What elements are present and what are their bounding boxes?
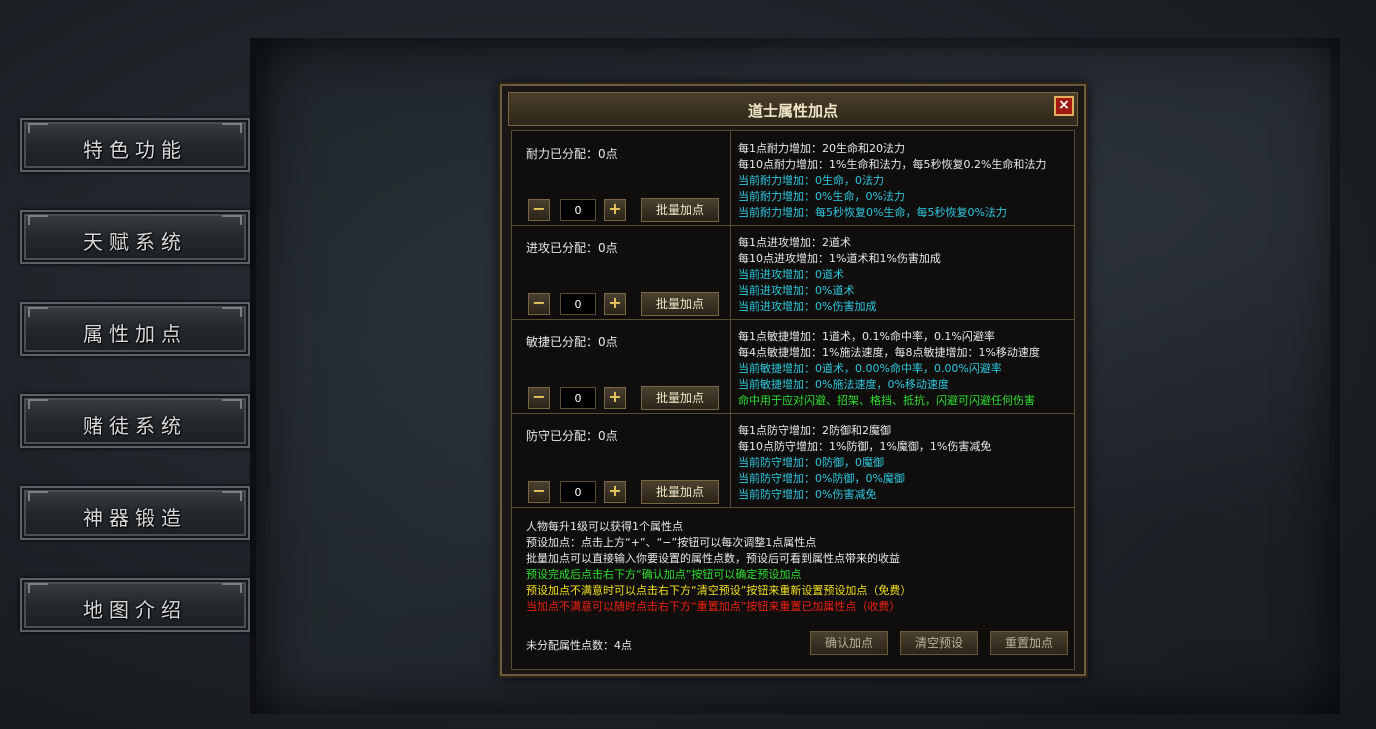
minus-button[interactable]: − xyxy=(528,199,550,221)
note-line: 预设完成后点击右下方“确认加点”按钮可以确定预设加点 xyxy=(526,568,802,581)
attribute-panel: 耐力已分配：0点−+批量加点每1点耐力增加：20生命和20法力每10点耐力增加：… xyxy=(511,130,1075,670)
plus-button[interactable]: + xyxy=(604,293,626,315)
attribute-controls: 耐力已分配：0点 − + 批量加点 xyxy=(512,131,731,225)
corner-ornament-icon xyxy=(222,307,242,317)
points-input[interactable] xyxy=(560,387,596,409)
close-icon[interactable]: × xyxy=(1054,96,1074,116)
allocated-label: 防守已分配：0点 xyxy=(526,429,618,443)
attribute-description: 每1点进攻增加：2道术每10点进攻增加：1%道术和1%伤害加成 当前进攻增加：0道… xyxy=(738,235,1070,315)
attribute-row-defense: 防守已分配：0点−+批量加点每1点防守增加：2防御和2魔御每10点防守增加：1%… xyxy=(512,413,1074,508)
attribute-description: 每1点敏捷增加：1道术，0.1%命中率，0.1%闪避率每4点敏捷增加：1%施法速… xyxy=(738,329,1070,409)
attribute-description: 每1点耐力增加：20生命和20法力每10点耐力增加：1%生命和法力，每5秒恢复0… xyxy=(738,141,1070,221)
plus-button[interactable]: + xyxy=(604,199,626,221)
description-line: 每1点敏捷增加：1道术，0.1%命中率，0.1%闪避率 xyxy=(738,330,995,343)
points-input[interactable] xyxy=(560,293,596,315)
clear-preset-button[interactable]: 清空预设 xyxy=(900,631,978,655)
attribute-controls: 防守已分配：0点 − + 批量加点 xyxy=(512,413,731,507)
nav-item-gambler[interactable]: 赌徒系统 xyxy=(20,394,250,448)
corner-ornament-icon xyxy=(28,123,48,133)
nav-item-label: 赌徒系统 xyxy=(83,414,187,438)
allocated-label: 耐力已分配：0点 xyxy=(526,147,618,161)
nav-item-label: 神器锻造 xyxy=(83,506,187,530)
bulk-add-button[interactable]: 批量加点 xyxy=(641,480,719,504)
attribute-row-stamina: 耐力已分配：0点−+批量加点每1点耐力增加：20生命和20法力每10点耐力增加：… xyxy=(512,131,1074,226)
points-input[interactable] xyxy=(560,481,596,503)
unallocated-points: 未分配属性点数：4点 xyxy=(526,639,632,652)
allocated-label: 敏捷已分配：0点 xyxy=(526,335,618,349)
note-line: 批量加点可以直接输入你要设置的属性点数，预设后可看到属性点带来的收益 xyxy=(526,552,900,565)
attribute-row-agility: 敏捷已分配：0点−+批量加点每1点敏捷增加：1道术，0.1%命中率，0.1%闪避… xyxy=(512,319,1074,414)
dialog-title-bar: 道士属性加点 × xyxy=(508,92,1078,126)
nav-item-label: 特色功能 xyxy=(83,138,187,162)
description-line: 当前防守增加：0%防御，0%魔御 xyxy=(738,472,905,485)
corner-ornament-icon xyxy=(28,215,48,225)
description-line: 当前防守增加：0%伤害减免 xyxy=(738,488,877,501)
dialog-title: 道士属性加点 xyxy=(747,102,838,120)
note-line: 预设加点：点击上方“+”、“−”按钮可以每次调整1点属性点 xyxy=(526,536,817,549)
nav-item-maps[interactable]: 地图介绍 xyxy=(20,578,250,632)
description-line: 当前进攻增加：0道术 xyxy=(738,268,844,281)
note-line: 当加点不满意可以随时点击右下方“重置加点”按钮来重置已加属性点（收费） xyxy=(526,600,901,613)
nav-item-label: 地图介绍 xyxy=(83,598,187,622)
description-line: 当前耐力增加：0生命，0法力 xyxy=(738,174,884,187)
description-line: 当前敏捷增加：0%施法速度，0%移动速度 xyxy=(738,378,949,391)
info-section: 人物每升1级可以获得1个属性点预设加点：点击上方“+”、“−”按钮可以每次调整1… xyxy=(512,511,1074,669)
description-line: 每1点防守增加：2防御和2魔御 xyxy=(738,424,891,437)
attribute-controls: 敏捷已分配：0点 − + 批量加点 xyxy=(512,319,731,413)
nav-item-label: 天赋系统 xyxy=(83,230,187,254)
reset-button[interactable]: 重置加点 xyxy=(990,631,1068,655)
nav-item-artifact[interactable]: 神器锻造 xyxy=(20,486,250,540)
description-line: 每1点进攻增加：2道术 xyxy=(738,236,851,249)
note-line: 预设加点不满意时可以点击右下方“清空预设”按钮来重新设置预设加点（免费） xyxy=(526,584,912,597)
corner-ornament-icon xyxy=(28,307,48,317)
corner-ornament-icon xyxy=(222,399,242,409)
corner-ornament-icon xyxy=(28,399,48,409)
minus-button[interactable]: − xyxy=(528,387,550,409)
attribute-row-attack: 进攻已分配：0点−+批量加点每1点进攻增加：2道术每10点进攻增加：1%道术和1… xyxy=(512,225,1074,320)
nav-item-label: 属性加点 xyxy=(83,322,187,346)
confirm-button[interactable]: 确认加点 xyxy=(810,631,888,655)
attribute-controls: 进攻已分配：0点 − + 批量加点 xyxy=(512,225,731,319)
minus-button[interactable]: − xyxy=(528,293,550,315)
corner-ornament-icon xyxy=(222,215,242,225)
description-line: 当前耐力增加：每5秒恢复0%生命，每5秒恢复0%法力 xyxy=(738,206,1007,219)
description-line: 每10点防守增加：1%防御，1%魔御，1%伤害减免 xyxy=(738,440,992,453)
nav-item-features[interactable]: 特色功能 xyxy=(20,118,250,172)
nav-item-talents[interactable]: 天赋系统 xyxy=(20,210,250,264)
note-line: 人物每升1级可以获得1个属性点 xyxy=(526,520,683,533)
description-line: 每1点耐力增加：20生命和20法力 xyxy=(738,142,905,155)
description-line: 当前耐力增加：0%生命，0%法力 xyxy=(738,190,905,203)
corner-ornament-icon xyxy=(28,583,48,593)
attribute-dialog: 道士属性加点 × 耐力已分配：0点−+批量加点每1点耐力增加：20生命和20法力… xyxy=(500,84,1086,676)
points-input[interactable] xyxy=(560,199,596,221)
description-line: 当前防守增加：0防御，0魔御 xyxy=(738,456,884,469)
description-line: 每4点敏捷增加：1%施法速度，每8点敏捷增加：1%移动速度 xyxy=(738,346,1040,359)
plus-button[interactable]: + xyxy=(604,387,626,409)
plus-button[interactable]: + xyxy=(604,481,626,503)
notes: 人物每升1级可以获得1个属性点预设加点：点击上方“+”、“−”按钮可以每次调整1… xyxy=(526,519,911,615)
corner-ornament-icon xyxy=(222,491,242,501)
description-line: 命中用于应对闪避、招架、格挡、抵抗，闪避可闪避任何伤害 xyxy=(738,394,1035,407)
corner-ornament-icon xyxy=(28,491,48,501)
corner-ornament-icon xyxy=(222,123,242,133)
description-line: 当前进攻增加：0%伤害加成 xyxy=(738,300,877,313)
attribute-description: 每1点防守增加：2防御和2魔御每10点防守增加：1%防御，1%魔御，1%伤害减免… xyxy=(738,423,1070,503)
description-line: 当前敏捷增加：0道术，0.00%命中率，0.00%闪避率 xyxy=(738,362,1002,375)
allocated-label: 进攻已分配：0点 xyxy=(526,241,618,255)
bulk-add-button[interactable]: 批量加点 xyxy=(641,386,719,410)
bulk-add-button[interactable]: 批量加点 xyxy=(641,292,719,316)
minus-button[interactable]: − xyxy=(528,481,550,503)
nav-item-attributes[interactable]: 属性加点 xyxy=(20,302,250,356)
description-line: 每10点进攻增加：1%道术和1%伤害加成 xyxy=(738,252,941,265)
description-line: 当前进攻增加：0%道术 xyxy=(738,284,855,297)
corner-ornament-icon xyxy=(222,583,242,593)
bulk-add-button[interactable]: 批量加点 xyxy=(641,198,719,222)
description-line: 每10点耐力增加：1%生命和法力，每5秒恢复0.2%生命和法力 xyxy=(738,158,1047,171)
